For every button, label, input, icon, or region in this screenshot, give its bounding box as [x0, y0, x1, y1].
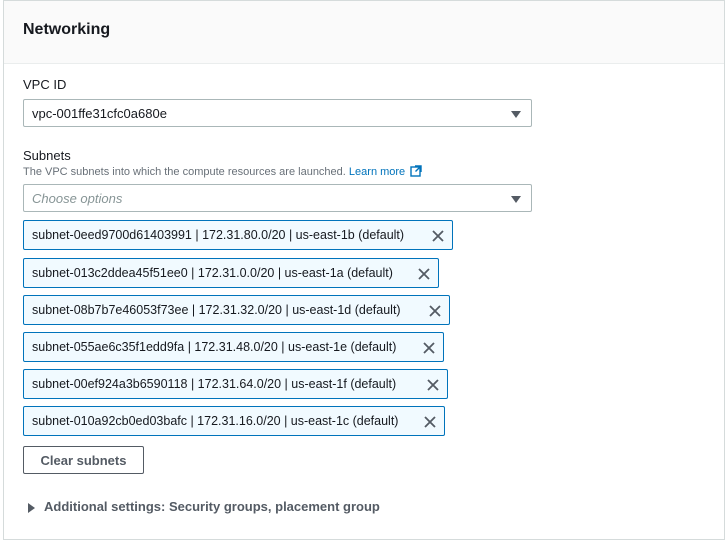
networking-panel: Networking VPC ID vpc-001ffe31cfc0a680e … — [3, 0, 725, 540]
subnet-token-label: subnet-055ae6c35f1edd9fa | 172.31.48.0/2… — [32, 340, 397, 354]
subnets-label: Subnets — [23, 148, 71, 163]
caret-down-icon — [511, 111, 521, 118]
learn-more-link[interactable]: Learn more — [348, 165, 422, 178]
subnet-token: subnet-00ef924a3b6590118 | 172.31.64.0/2… — [23, 369, 448, 399]
close-icon[interactable] — [425, 377, 441, 393]
additional-settings-label: Additional settings: Security groups, pl… — [44, 499, 380, 514]
subnet-token: subnet-010a92cb0ed03bafc | 172.31.16.0/2… — [23, 406, 445, 436]
subnet-token-label: subnet-0eed9700d61403991 | 172.31.80.0/2… — [32, 228, 405, 242]
external-link-icon — [410, 165, 422, 177]
close-icon[interactable] — [416, 266, 432, 282]
subnets-description: The VPC subnets into which the compute r… — [23, 165, 422, 178]
vpc-id-label: VPC ID — [23, 77, 67, 92]
learn-more-label: Learn more — [348, 166, 406, 178]
caret-right-icon — [28, 503, 35, 513]
vpc-id-select[interactable]: vpc-001ffe31cfc0a680e — [23, 99, 532, 127]
panel-header: Networking — [4, 1, 724, 64]
vpc-id-value: vpc-001ffe31cfc0a680e — [32, 106, 167, 121]
close-icon[interactable] — [421, 340, 437, 356]
subnet-token: subnet-013c2ddea45f51ee0 | 172.31.0.0/20… — [23, 258, 439, 288]
close-icon[interactable] — [430, 228, 446, 244]
caret-down-icon — [511, 196, 521, 203]
subnet-token: subnet-08b7b7e46053f73ee | 172.31.32.0/2… — [23, 295, 450, 325]
subnet-token: subnet-0eed9700d61403991 | 172.31.80.0/2… — [23, 220, 453, 250]
close-icon[interactable] — [427, 303, 443, 319]
subnets-description-text: The VPC subnets into which the compute r… — [23, 166, 346, 178]
panel-title: Networking — [23, 21, 111, 38]
close-icon[interactable] — [422, 414, 438, 430]
subnet-token-label: subnet-00ef924a3b6590118 | 172.31.64.0/2… — [32, 377, 397, 391]
subnet-token-label: subnet-010a92cb0ed03bafc | 172.31.16.0/2… — [32, 414, 399, 428]
subnet-token-label: subnet-013c2ddea45f51ee0 | 172.31.0.0/20… — [32, 266, 393, 280]
subnet-token: subnet-055ae6c35f1edd9fa | 172.31.48.0/2… — [23, 332, 444, 362]
subnet-token-label: subnet-08b7b7e46053f73ee | 172.31.32.0/2… — [32, 303, 401, 317]
subnets-select[interactable]: Choose options — [23, 184, 532, 212]
subnets-placeholder: Choose options — [32, 191, 123, 206]
clear-subnets-button[interactable]: Clear subnets — [23, 446, 144, 474]
